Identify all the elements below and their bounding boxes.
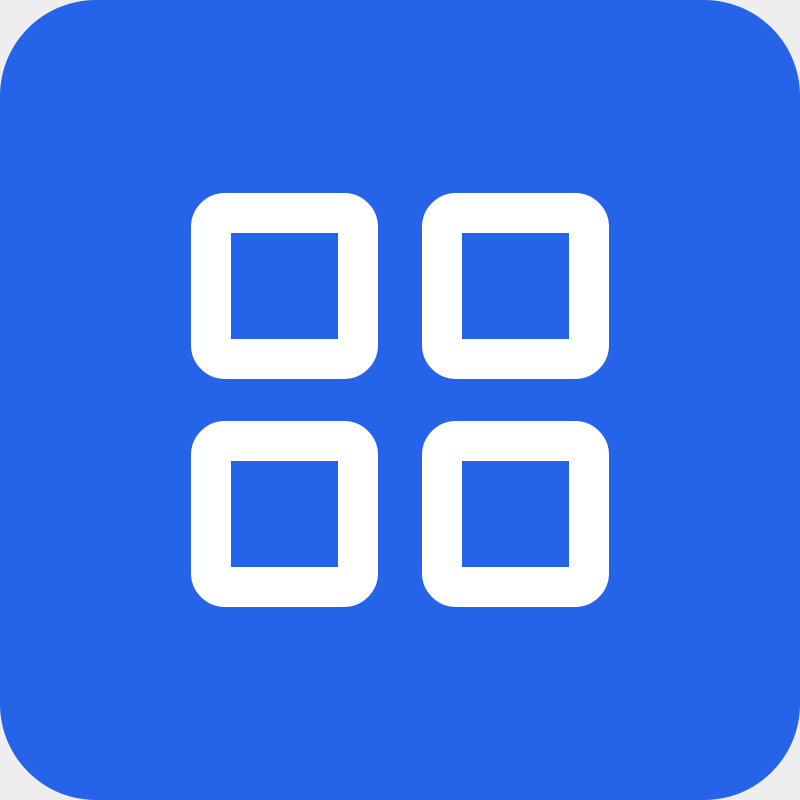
grid-cell-bottom-left xyxy=(191,421,378,607)
grid-cell-top-left xyxy=(191,193,378,379)
grid-cell-top-right xyxy=(422,193,609,379)
grid-icon xyxy=(191,193,609,607)
app-launcher-button[interactable] xyxy=(0,0,800,800)
grid-cell-bottom-right xyxy=(422,421,609,607)
